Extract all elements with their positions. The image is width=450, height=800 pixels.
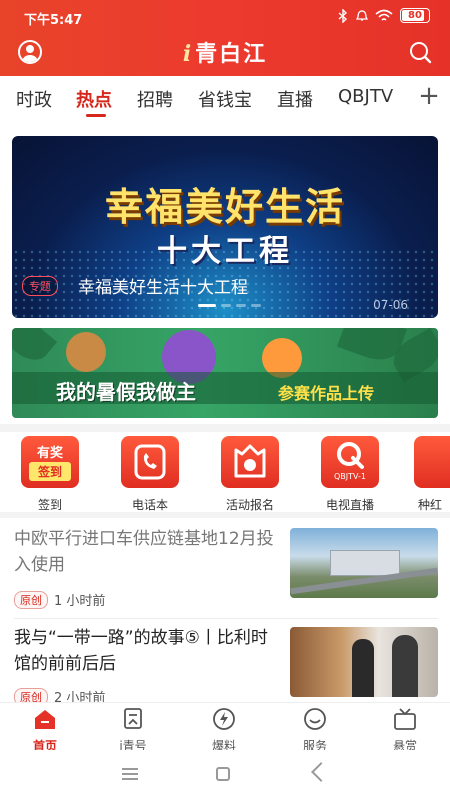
- checkin-icon: 有奖 签到: [21, 436, 79, 488]
- logo-text: 青白江: [195, 41, 268, 67]
- phone-book-icon: [121, 436, 179, 488]
- banner-tag: 专题: [22, 276, 58, 296]
- pager-dot: [251, 304, 261, 307]
- iqing-icon: [124, 708, 142, 729]
- status-time: 下午5:47: [24, 13, 83, 28]
- banner-subheadline: 十大工程: [157, 234, 293, 269]
- shortcut-label: 种红: [418, 498, 443, 512]
- battery-level: 80: [408, 10, 422, 21]
- news-meta: 原创 1 小时前: [14, 590, 105, 609]
- building-shape: [330, 550, 400, 576]
- add-channel-button[interactable]: +: [416, 82, 442, 112]
- news-time: 2 小时前: [54, 691, 106, 702]
- status-icons: 80: [337, 8, 430, 23]
- promo-banner[interactable]: 我的暑假我做主 参赛作品上传: [12, 328, 438, 418]
- nav-home[interactable]: 首页: [10, 707, 80, 754]
- hero-banner[interactable]: 幸福美好生活 十大工程 专题 幸福美好生活十大工程 07-06: [12, 136, 438, 318]
- app-header: 下午5:47 80 i青白江: [0, 0, 450, 76]
- tab-zhibo[interactable]: 直播: [277, 86, 313, 112]
- news-title: 我与“一带一路”的故事⑤丨比利时馆的前前后后: [14, 628, 268, 674]
- shortcut-label: 电话本: [131, 498, 168, 512]
- bluetooth-icon: [338, 8, 348, 23]
- active-tab-indicator: [86, 114, 106, 117]
- channel-tabs: 时政 热点 招聘 省钱宝 直播 QBJTV +: [0, 76, 450, 120]
- shortcut-checkin[interactable]: 有奖 签到 签到: [18, 436, 82, 513]
- banner-pager: [198, 304, 261, 307]
- tab-shizheng[interactable]: 时政: [16, 86, 52, 112]
- shortcut-activity-signup[interactable]: 活动报名: [218, 436, 282, 513]
- shortcut-tv-live[interactable]: QBJTV-1 电视直播: [318, 436, 382, 513]
- menu-icon[interactable]: [122, 768, 138, 780]
- app-logo: i青白江: [0, 36, 450, 68]
- news-item[interactable]: 我与“一带一路”的故事⑤丨比利时馆的前前后后 原创 2 小时前: [0, 619, 450, 702]
- tv-live-icon-text: QBJTV-1: [333, 472, 366, 481]
- person-shape: [392, 635, 418, 697]
- shortcut-more[interactable]: 种红: [414, 436, 450, 513]
- activity-signup-icon: [221, 436, 279, 488]
- shortcut-label: 活动报名: [225, 498, 274, 512]
- tab-redian[interactable]: 热点: [76, 86, 112, 112]
- pager-dot-active: [198, 304, 216, 307]
- shortcut-phonebook[interactable]: 电话本: [118, 436, 182, 513]
- promo-title: 我的暑假我做主: [56, 380, 196, 404]
- tab-qbjtv[interactable]: QBJTV: [338, 86, 393, 107]
- lightning-icon: [213, 708, 235, 730]
- banner-date: 07-06: [373, 298, 408, 312]
- logo-prefix: i: [182, 41, 194, 67]
- news-item[interactable]: 中欧平行进口车供应链基地12月投入使用 原创 1 小时前: [0, 518, 450, 618]
- smile-icon: [304, 708, 326, 730]
- checkin-icon-line2: 签到: [29, 462, 71, 481]
- checkin-icon-line1: 有奖: [36, 446, 63, 461]
- tv-icon: [394, 708, 416, 730]
- nav-iqing[interactable]: i青号: [98, 707, 168, 754]
- back-icon[interactable]: [311, 762, 331, 782]
- shortcut-label: 电视直播: [325, 498, 374, 512]
- more-icon: [414, 436, 450, 488]
- news-badge: 原创: [14, 590, 48, 609]
- nav-xuanshang[interactable]: 悬赏: [370, 707, 440, 754]
- news-badge: 原创: [14, 687, 48, 702]
- section-divider: [0, 424, 450, 432]
- system-navigation-bar: [0, 750, 450, 800]
- banner-headline: 幸福美好生活: [104, 185, 345, 229]
- news-thumbnail: [290, 627, 438, 697]
- pager-dot: [221, 304, 231, 307]
- home-square-icon[interactable]: [216, 767, 230, 781]
- wifi-icon: [375, 9, 393, 21]
- shortcut-label: 签到: [37, 498, 62, 512]
- promo-subtitle: 参赛作品上传: [278, 384, 375, 403]
- news-title: 中欧平行进口车供应链基地12月投入使用: [14, 529, 274, 575]
- nav-fuwu[interactable]: 服务: [280, 707, 350, 754]
- alarm-icon: [356, 9, 368, 21]
- tv-live-icon: QBJTV-1: [321, 436, 379, 488]
- person-shape: [352, 639, 374, 697]
- status-bar: 下午5:47 80: [0, 0, 450, 34]
- banner-caption: 幸福美好生活十大工程: [78, 278, 248, 298]
- news-thumbnail: [290, 528, 438, 598]
- news-time: 1 小时前: [54, 594, 106, 609]
- pager-dot: [236, 304, 246, 307]
- tab-zhaopin[interactable]: 招聘: [137, 86, 173, 112]
- deer-illustration: [66, 332, 106, 372]
- nav-baoliao[interactable]: 爆料: [189, 707, 259, 754]
- leaf-decoration: [12, 328, 58, 369]
- home-icon: [35, 710, 55, 729]
- bottom-navigation: 首页 i青号 爆料 服务 悬赏: [0, 702, 450, 753]
- tab-shengqianbao[interactable]: 省钱宝: [198, 86, 252, 112]
- battery-icon: 80: [400, 8, 430, 23]
- search-icon[interactable]: [408, 40, 432, 64]
- news-meta: 原创 2 小时前: [14, 687, 105, 702]
